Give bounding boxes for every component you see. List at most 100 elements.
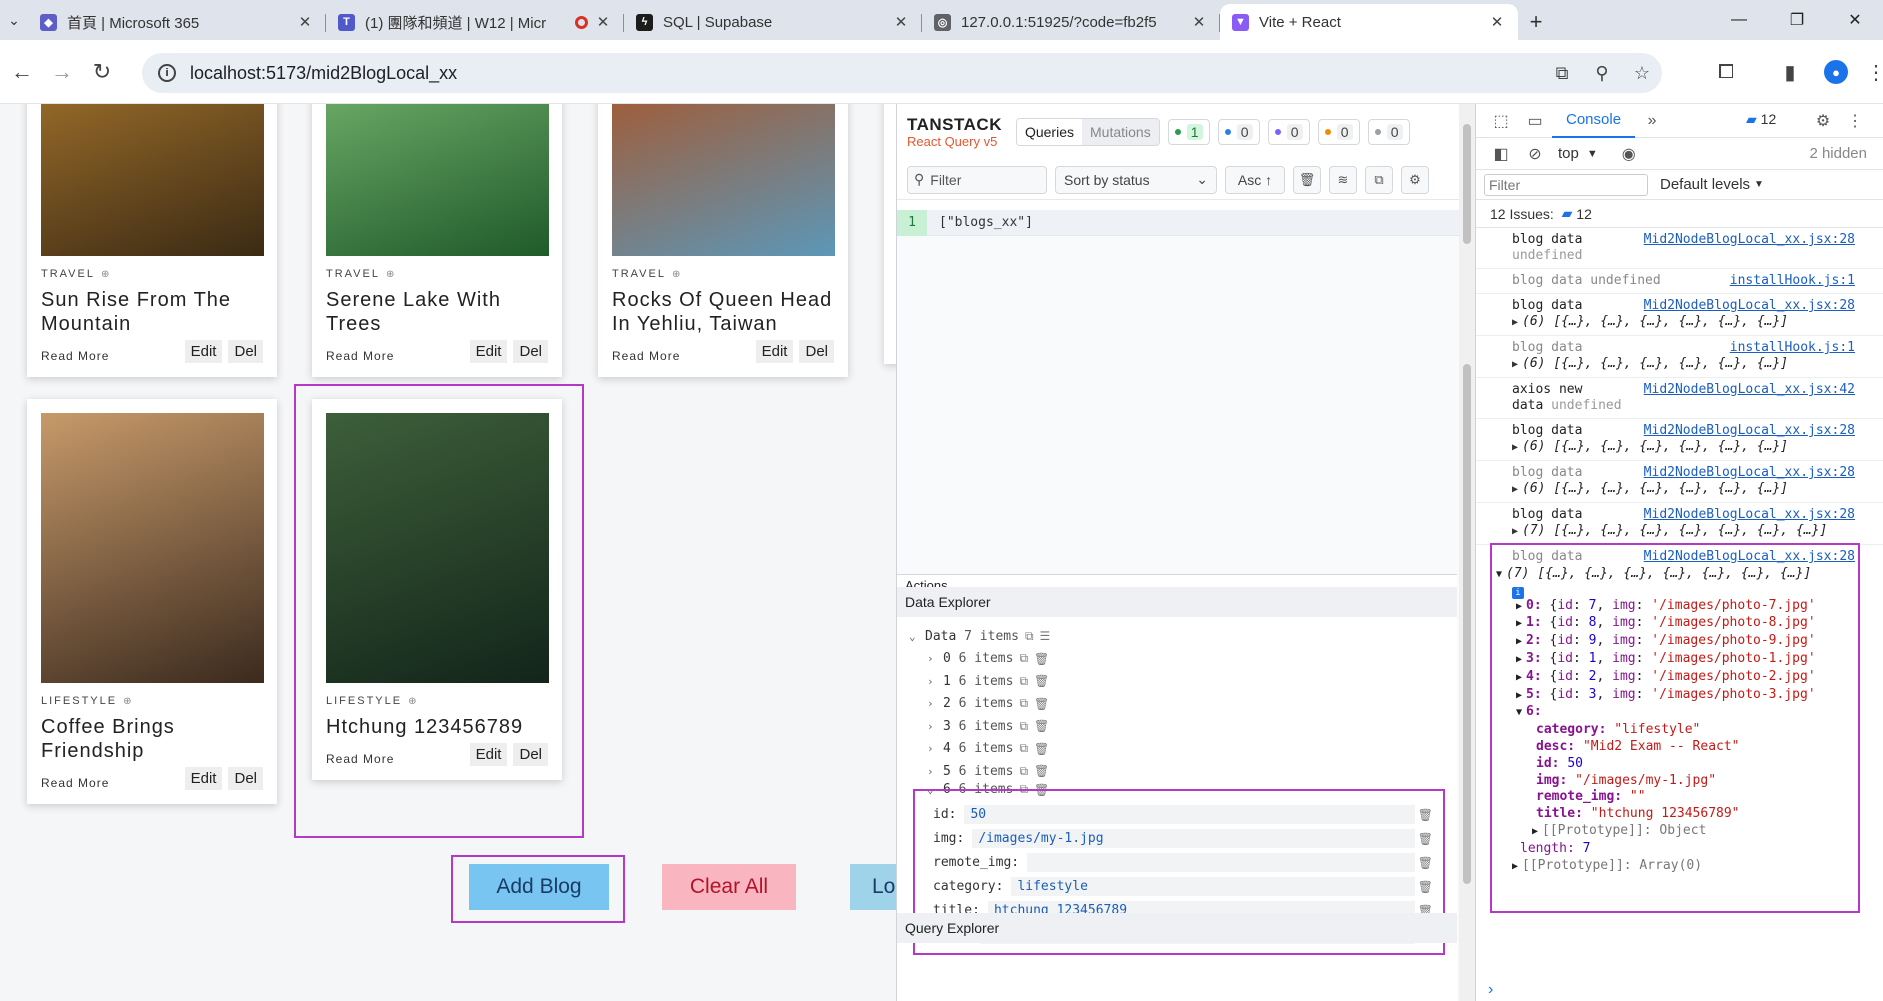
console-message[interactable]: blog data Mid2NodeBlogLocal_xx.jsx:28 ▶ (6)… [1476, 294, 1883, 336]
data-root-line[interactable]: ⌄ Data 7 items ⧉ ☰ [909, 625, 1457, 648]
read-more-link[interactable]: Read More [41, 776, 109, 790]
close-tab-icon[interactable]: ✕ [594, 13, 612, 31]
console-source-link[interactable]: installHook.js:1 [1730, 340, 1855, 356]
inspect-element-icon[interactable]: ⬚ [1484, 106, 1518, 136]
open-panel-button[interactable]: ⧉ [1365, 165, 1393, 194]
console-message[interactable]: blog data Mid2NodeBlogLocal_xx.jsx:28 ▶ (6)… [1476, 419, 1883, 461]
issues-badge[interactable]: ▰ 12 [1746, 111, 1776, 128]
data-item-row[interactable]: › 2 6 items ⧉ 🗑 [927, 693, 1457, 716]
query-status-badge[interactable]: 0 [1267, 119, 1310, 145]
console-source-link[interactable]: Mid2NodeBlogLocal_xx.jsx:28 [1644, 298, 1855, 314]
tab-console[interactable]: Console [1552, 104, 1636, 138]
console-message[interactable]: axios new Mid2NodeBlogLocal_xx.jsx:42 data… [1476, 378, 1883, 419]
edit-button[interactable]: Edit [184, 767, 223, 790]
reload-icon[interactable]: ↻ [84, 54, 120, 90]
query-row[interactable]: 1 ["blogs_xx"] [897, 209, 1475, 236]
trash-icon[interactable]: 🗑 [1034, 674, 1049, 688]
close-window-icon[interactable]: ✕ [1826, 0, 1883, 40]
issues-bar[interactable]: 12 Issues: ▰ 12 [1476, 200, 1883, 228]
copy-icon[interactable]: ⧉ [1025, 629, 1034, 644]
console-array-preview[interactable]: ▶ (6) [{…}, {…}, {…}, {…}, {…}, {…}] [1512, 481, 1875, 498]
delete-button[interactable]: Del [228, 340, 263, 363]
forward-icon[interactable]: → [44, 54, 80, 90]
trash-icon[interactable]: 🗑 [1034, 742, 1049, 756]
more-tabs-icon[interactable]: » [1635, 106, 1669, 136]
offline-toggle-button[interactable]: ≋ [1329, 165, 1357, 194]
query-status-badge[interactable]: 0 [1317, 119, 1360, 145]
tab-mutations[interactable]: Mutations [1082, 119, 1159, 145]
trash-icon[interactable]: 🗑 [1418, 832, 1433, 846]
site-info-icon[interactable]: i [158, 64, 176, 82]
console-message[interactable]: blog data installHook.js:1 ▶ (6) [{…}, {…},… [1476, 336, 1883, 378]
new-tab-button[interactable]: + [1518, 4, 1554, 40]
console-array-preview[interactable]: ▶ (6) [{…}, {…}, {…}, {…}, {…}, {…}] [1512, 314, 1875, 331]
console-message[interactable]: blog data Mid2NodeBlogLocal_xx.jsx:28 ▶ (7)… [1476, 503, 1883, 545]
sidebar-toggle-icon[interactable]: ◧ [1484, 139, 1518, 169]
translate-icon[interactable]: ⧉ [1542, 63, 1582, 84]
log-levels-select[interactable]: Default levels ▼ [1660, 176, 1764, 193]
copy-icon[interactable]: ⧉ [1019, 764, 1028, 779]
data-field-value[interactable]: 50 [964, 805, 1415, 824]
data-field-value[interactable] [1027, 853, 1415, 872]
edit-button[interactable]: Edit [184, 340, 223, 363]
queries-mutations-toggle[interactable]: Queries Mutations [1015, 118, 1160, 146]
device-toolbar-icon[interactable]: ▭ [1518, 106, 1552, 136]
settings-gear-icon[interactable]: ⚙ [1806, 106, 1840, 136]
close-tab-icon[interactable]: ✕ [892, 13, 910, 31]
data-item-row[interactable]: › 5 6 items ⧉ 🗑 [927, 760, 1457, 783]
console-message[interactable]: blog data Mid2NodeBlogLocal_xx.jsx:28 ▶ (6)… [1476, 461, 1883, 503]
read-more-link[interactable]: Read More [326, 349, 394, 363]
trash-icon[interactable]: 🗑 [1418, 880, 1433, 894]
clear-cache-button[interactable]: 🗑 [1293, 165, 1321, 194]
url-text[interactable]: localhost:5173/mid2BlogLocal_xx [190, 63, 1542, 84]
browser-tab[interactable]: ϟ SQL | Supabase ✕ [624, 4, 922, 40]
browser-tab[interactable]: ◆ 首頁 | Microsoft 365 ✕ [28, 4, 326, 40]
delete-button[interactable]: Del [513, 340, 548, 363]
devtools-menu-icon[interactable]: ⋮ [1838, 106, 1872, 136]
browser-tab[interactable]: T (1) 團隊和頻道 | W12 | Micr ✕ [326, 4, 624, 40]
trash-icon[interactable]: 🗑 [1034, 719, 1049, 733]
browser-tab[interactable]: ◎ 127.0.0.1:51925/?code=fb2f5 ✕ [922, 4, 1220, 40]
sort-order-button[interactable]: Asc ↑ [1225, 165, 1285, 194]
delete-button[interactable]: Del [799, 340, 834, 363]
console-source-link[interactable]: Mid2NodeBlogLocal_xx.jsx:28 [1644, 423, 1855, 439]
edit-button[interactable]: Edit [755, 340, 794, 363]
data-item-row[interactable]: › 0 6 items ⧉ 🗑 [927, 648, 1457, 671]
console-expanded-message[interactable]: blog data Mid2NodeBlogLocal_xx.jsx:28 ▼(… [1476, 543, 1883, 913]
bookmark-star-icon[interactable]: ☆ [1622, 63, 1662, 84]
data-field-value[interactable]: /images/my-1.jpg [972, 829, 1415, 848]
settings-button[interactable]: ⚙ [1401, 165, 1429, 194]
console-source-link[interactable]: installHook.js:1 [1730, 273, 1855, 289]
clear-all-button[interactable]: Clear All [662, 864, 796, 910]
trash-icon[interactable]: 🗑 [1034, 652, 1049, 666]
close-tab-icon[interactable]: ✕ [1190, 13, 1208, 31]
read-more-link[interactable]: Read More [612, 349, 680, 363]
sort-select[interactable]: Sort by status ⌄ [1055, 165, 1217, 194]
add-blog-button[interactable]: Add Blog [469, 864, 609, 910]
tanstack-scrollbar[interactable] [1459, 104, 1475, 1001]
console-array-preview[interactable]: ▶ (6) [{…}, {…}, {…}, {…}, {…}, {…}] [1512, 356, 1875, 373]
query-filter-input[interactable]: ⚲ Filter [907, 165, 1047, 194]
trash-icon[interactable]: 🗑 [1034, 697, 1049, 711]
edit-button[interactable]: Edit [469, 340, 508, 363]
eye-icon[interactable]: ◉ [1612, 139, 1646, 169]
tab-search-chevron-icon[interactable]: ⌄ [0, 0, 28, 40]
context-select[interactable]: top ▼ [1558, 145, 1598, 162]
console-array-preview[interactable]: ▶ (6) [{…}, {…}, {…}, {…}, {…}, {…}] [1512, 439, 1875, 456]
extensions-icon[interactable]: ⧠ [1706, 52, 1746, 92]
console-message[interactable]: blog data Mid2NodeBlogLocal_xx.jsx:28 unde… [1476, 228, 1883, 269]
copy-icon[interactable]: ⧉ [1019, 651, 1028, 666]
data-item-row[interactable]: › 1 6 items ⧉ 🗑 [927, 670, 1457, 693]
copy-icon[interactable]: ⧉ [1019, 674, 1028, 689]
close-tab-icon[interactable]: ✕ [1488, 13, 1506, 31]
data-field-value[interactable]: lifestyle [1011, 877, 1415, 896]
trash-icon[interactable]: 🗑 [1034, 764, 1049, 778]
load-button[interactable]: Lo [850, 864, 896, 910]
clear-console-icon[interactable]: ⊘ [1518, 139, 1552, 169]
minimize-icon[interactable]: — [1710, 0, 1768, 40]
expanded-msg-source-link[interactable]: Mid2NodeBlogLocal_xx.jsx:28 [1644, 549, 1855, 566]
console-source-link[interactable]: Mid2NodeBlogLocal_xx.jsx:28 [1644, 465, 1855, 481]
scroll-thumb[interactable] [1463, 364, 1471, 884]
browser-tab[interactable]: ▼ Vite + React ✕ [1220, 4, 1518, 40]
close-tab-icon[interactable]: ✕ [296, 13, 314, 31]
